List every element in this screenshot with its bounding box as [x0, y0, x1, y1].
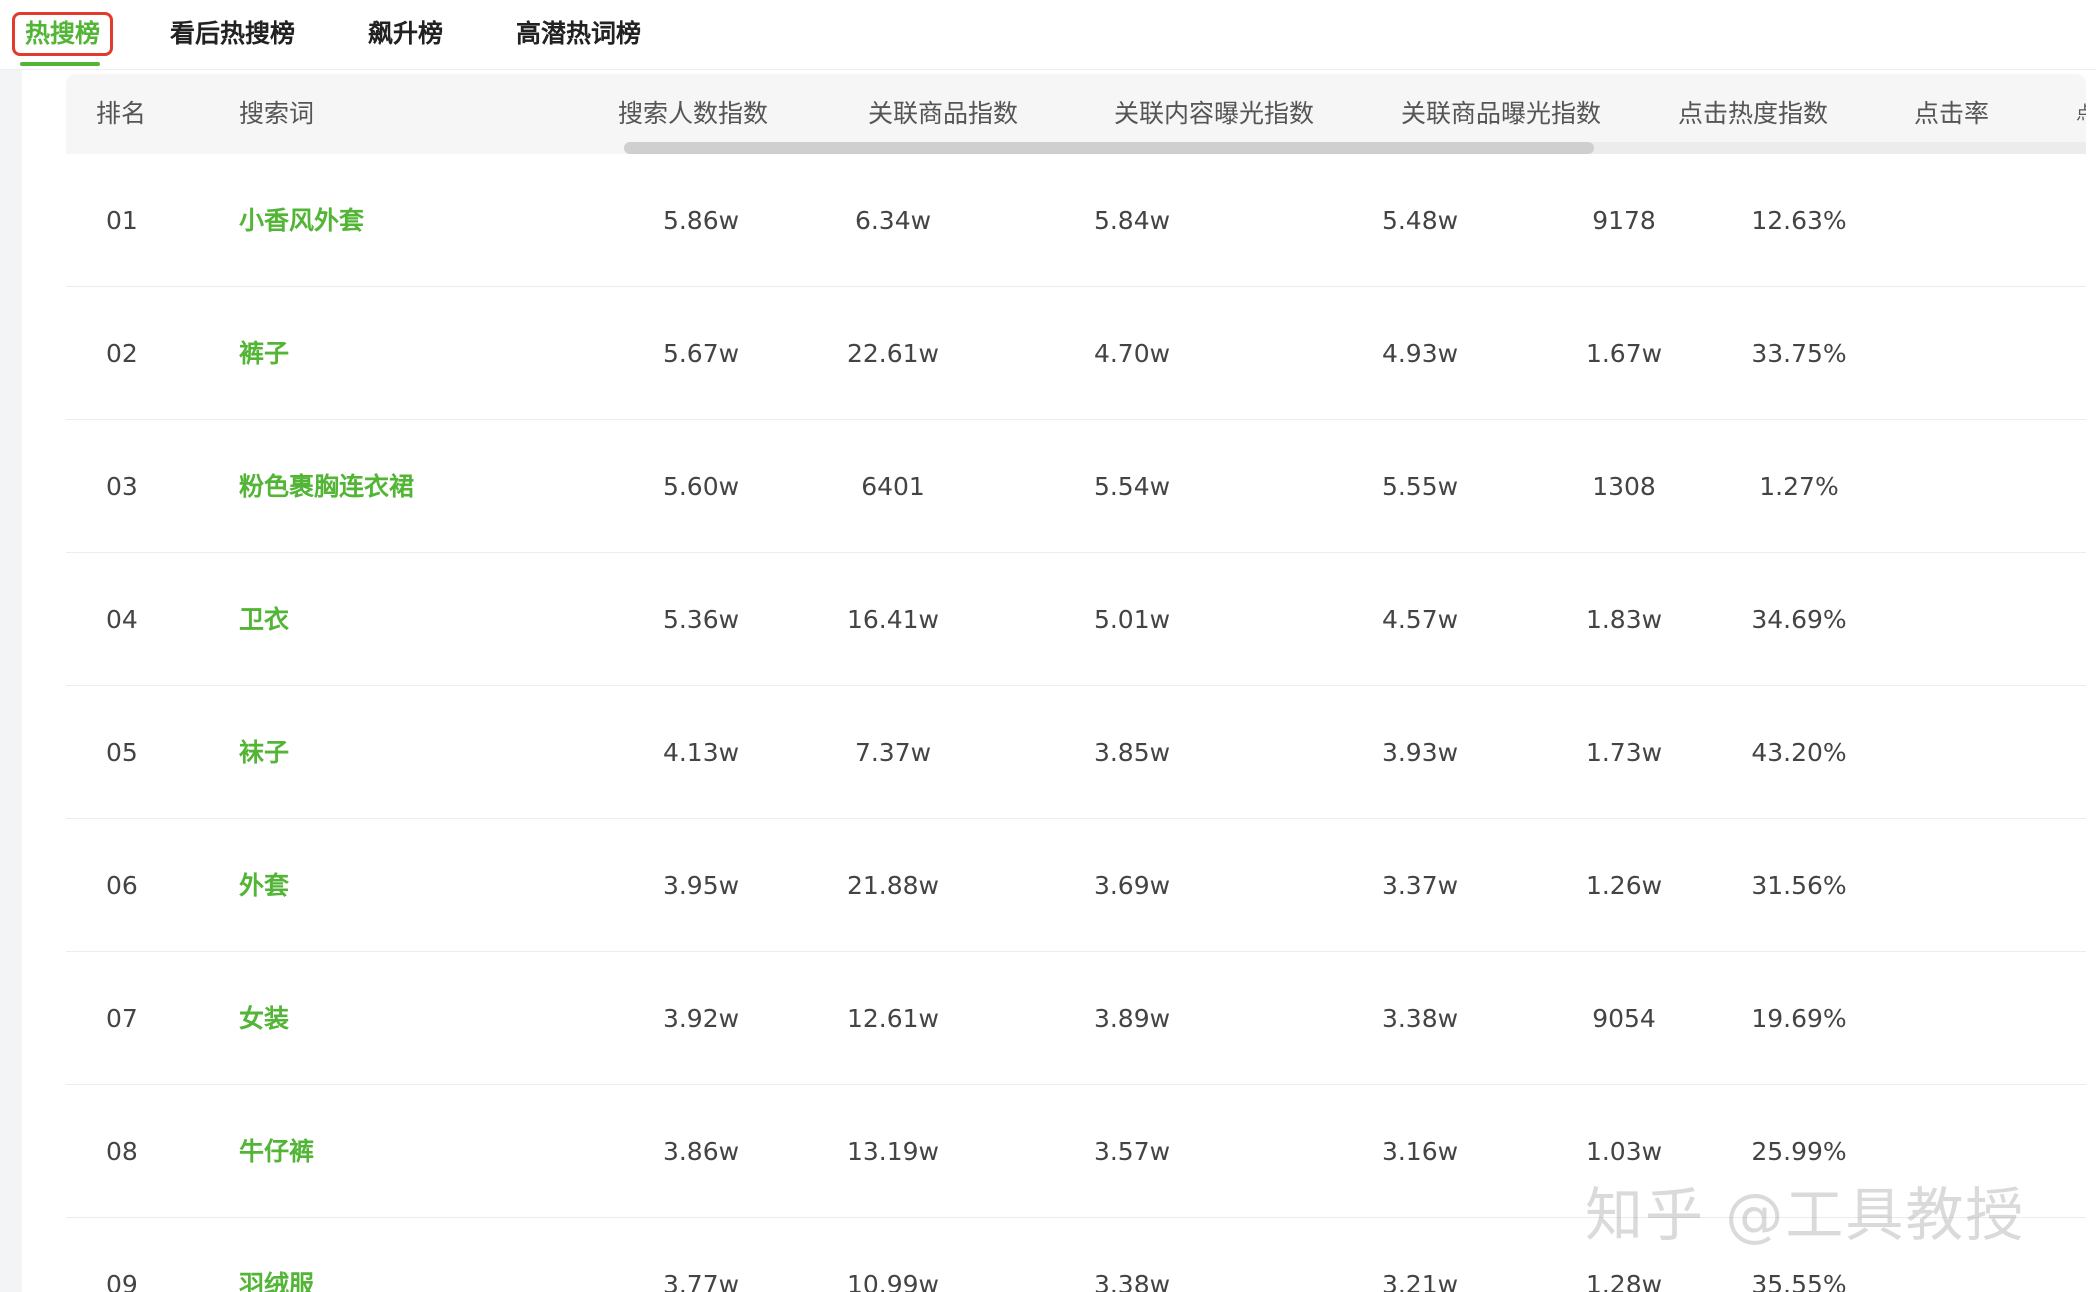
click-rate-cell: 34.69%: [1751, 605, 1847, 634]
rank-cell: 07: [106, 1004, 138, 1033]
keyword-link[interactable]: 外套: [239, 819, 559, 952]
related-goods-index-cell: 7.37w: [854, 738, 932, 767]
search-users-index-cell: 5.60w: [662, 472, 740, 501]
header-keyword: 搜索词: [239, 99, 315, 128]
related-goods-index-cell: 21.88w: [846, 871, 940, 900]
goods-exposure-index-cell: 4.93w: [1381, 339, 1459, 368]
search-users-index-cell: 3.92w: [662, 1004, 740, 1033]
search-users-index-cell: 5.67w: [662, 339, 740, 368]
related-goods-index-cell: 13.19w: [846, 1137, 940, 1166]
keyword-link[interactable]: 女装: [239, 952, 559, 1085]
keyword-link[interactable]: 裤子: [239, 287, 559, 420]
click-heat-index-cell: 1.83w: [1585, 605, 1663, 634]
table-row[interactable]: 05 袜子 4.13w 7.37w 3.85w 3.93w 1.73w 43.20%: [66, 686, 2086, 819]
left-gutter: [0, 70, 22, 1292]
search-users-index-cell: 5.86w: [662, 206, 740, 235]
header-rank: 排名: [96, 99, 147, 128]
rank-cell: 09: [106, 1270, 138, 1292]
search-users-index-cell: 5.36w: [662, 605, 740, 634]
search-users-index-cell: 3.95w: [662, 871, 740, 900]
goods-exposure-index-cell: 3.21w: [1381, 1270, 1459, 1292]
click-rate-cell: 43.20%: [1751, 738, 1847, 767]
click-heat-index-cell: 1308: [1592, 472, 1656, 501]
related-goods-index-cell: 6.34w: [854, 206, 932, 235]
tab-high-potential[interactable]: 高潜热词榜: [506, 12, 651, 56]
search-users-index-cell: 3.77w: [662, 1270, 740, 1292]
content-exposure-index-cell: 3.69w: [1093, 871, 1171, 900]
watermark: 知乎 @工具教授: [1585, 1181, 2026, 1249]
tab-after-view-hot-search[interactable]: 看后热搜榜: [160, 12, 305, 56]
click-rate-cell: 12.63%: [1751, 206, 1847, 235]
table-header: 排名 搜索词 搜索人数指数 关联商品指数 关联内容曝光指数 关联商品曝光指数 点…: [66, 74, 2086, 154]
related-goods-index-cell: 22.61w: [846, 339, 940, 368]
keyword-link[interactable]: 牛仔裤: [239, 1085, 559, 1218]
keyword-link[interactable]: 粉色裹胸连衣裙: [239, 420, 559, 553]
keyword-link[interactable]: 小香风外套: [239, 154, 559, 287]
related-goods-index-cell: 6401: [861, 472, 925, 501]
goods-exposure-index-cell: 4.57w: [1381, 605, 1459, 634]
content-exposure-index-cell: 4.70w: [1093, 339, 1171, 368]
related-goods-index-cell: 10.99w: [846, 1270, 940, 1292]
click-heat-index-cell: 9178: [1592, 206, 1656, 235]
tab-bar: 热搜榜 看后热搜榜 飙升榜 高潜热词榜: [0, 0, 2096, 70]
rank-cell: 03: [106, 472, 138, 501]
rank-cell: 08: [106, 1137, 138, 1166]
click-rate-cell: 19.69%: [1751, 1004, 1847, 1033]
related-goods-index-cell: 12.61w: [846, 1004, 940, 1033]
click-rate-cell: 1.27%: [1759, 472, 1839, 501]
search-users-index-cell: 4.13w: [662, 738, 740, 767]
related-goods-index-cell: 16.41w: [846, 605, 940, 634]
goods-exposure-index-cell: 3.37w: [1381, 871, 1459, 900]
horizontal-scrollbar[interactable]: [624, 142, 2086, 154]
rank-cell: 06: [106, 871, 138, 900]
rank-cell: 05: [106, 738, 138, 767]
table-row[interactable]: 02 裤子 5.67w 22.61w 4.70w 4.93w 1.67w 33.75%: [66, 287, 2086, 420]
content-exposure-index-cell: 5.54w: [1093, 472, 1171, 501]
tab-rising[interactable]: 飙升榜: [358, 12, 453, 56]
search-users-index-cell: 3.86w: [662, 1137, 740, 1166]
rank-cell: 02: [106, 339, 138, 368]
tab-hot-search[interactable]: 热搜榜: [12, 12, 114, 56]
scrollbar-thumb[interactable]: [624, 142, 1594, 154]
rank-cell: 01: [106, 206, 138, 235]
keyword-link[interactable]: 卫衣: [239, 553, 559, 686]
rank-cell: 04: [106, 605, 138, 634]
table-row[interactable]: 06 外套 3.95w 21.88w 3.69w 3.37w 1.26w 31.56%: [66, 819, 2086, 952]
content-exposure-index-cell: 3.85w: [1093, 738, 1171, 767]
content-exposure-index-cell: 3.38w: [1093, 1270, 1171, 1292]
active-tab-underline: [20, 62, 100, 66]
table-row[interactable]: 04 卫衣 5.36w 16.41w 5.01w 4.57w 1.83w 34.69%: [66, 553, 2086, 686]
ranking-table: 排名 搜索词 搜索人数指数 关联商品指数 关联内容曝光指数 关联商品曝光指数 点…: [66, 74, 2086, 1292]
content-exposure-index-cell: 3.89w: [1093, 1004, 1171, 1033]
table-row[interactable]: 01 小香风外套 5.86w 6.34w 5.84w 5.48w 9178 12.63%: [66, 154, 2086, 287]
content-exposure-index-cell: 3.57w: [1093, 1137, 1171, 1166]
click-heat-index-cell: 1.67w: [1585, 339, 1663, 368]
click-rate-cell: 33.75%: [1751, 339, 1847, 368]
table-row[interactable]: 07 女装 3.92w 12.61w 3.89w 3.38w 9054 19.69%: [66, 952, 2086, 1085]
click-rate-cell: 31.56%: [1751, 871, 1847, 900]
goods-exposure-index-cell: 3.38w: [1381, 1004, 1459, 1033]
goods-exposure-index-cell: 3.16w: [1381, 1137, 1459, 1166]
click-heat-index-cell: 1.26w: [1585, 871, 1663, 900]
click-heat-index-cell: 9054: [1592, 1004, 1656, 1033]
goods-exposure-index-cell: 5.48w: [1381, 206, 1459, 235]
content-exposure-index-cell: 5.84w: [1093, 206, 1171, 235]
keyword-link[interactable]: 袜子: [239, 686, 559, 819]
content-exposure-index-cell: 5.01w: [1093, 605, 1171, 634]
goods-exposure-index-cell: 3.93w: [1381, 738, 1459, 767]
click-heat-index-cell: 1.73w: [1585, 738, 1663, 767]
goods-exposure-index-cell: 5.55w: [1381, 472, 1459, 501]
table-row[interactable]: 03 粉色裹胸连衣裙 5.60w 6401 5.54w 5.55w 1308 1.27%: [66, 420, 2086, 553]
keyword-link[interactable]: 羽绒服: [239, 1218, 559, 1292]
